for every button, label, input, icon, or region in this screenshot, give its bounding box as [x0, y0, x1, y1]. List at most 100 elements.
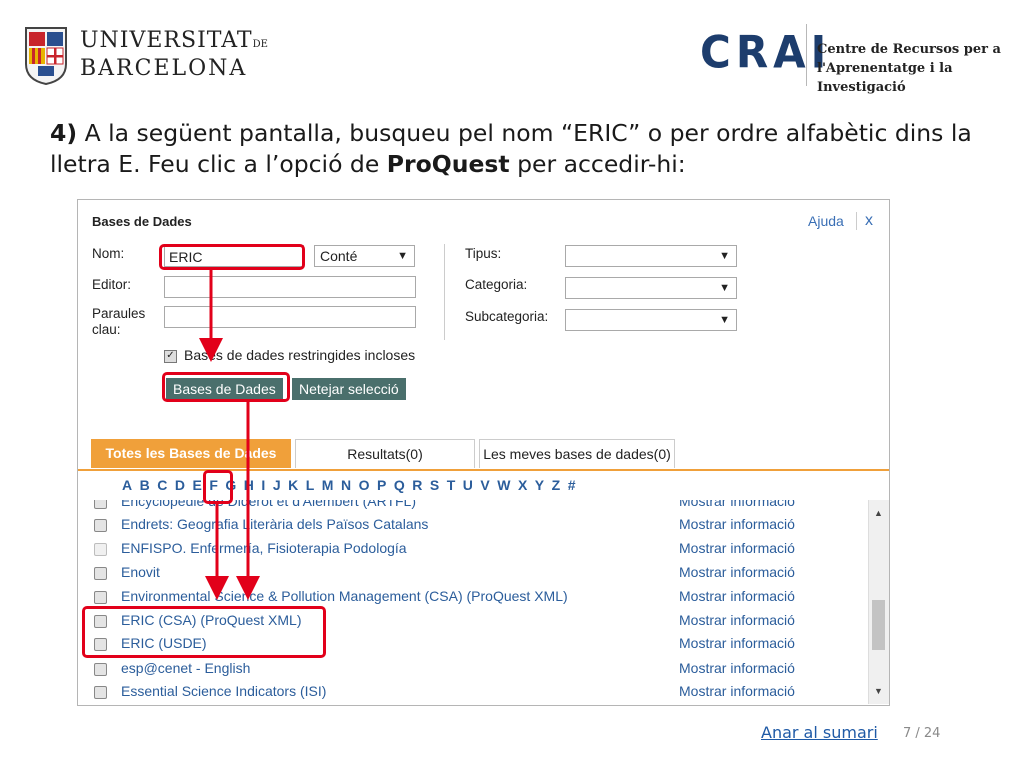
restricted-checkbox-label: Bases de dades restringides incloses — [184, 347, 416, 363]
help-link[interactable]: Ajuda — [808, 213, 844, 229]
restricted-checkbox-row[interactable]: ✓ Bases de dades restringides incloses — [164, 347, 415, 363]
close-button[interactable]: x — [856, 212, 873, 230]
row-checkbox[interactable] — [94, 663, 107, 676]
letter-link[interactable]: U — [463, 477, 473, 493]
category-select[interactable]: ▼ — [565, 277, 737, 299]
letter-link[interactable]: I — [261, 477, 265, 493]
database-list: Encyclopédie de Diderot et d'Alembert (A… — [78, 500, 868, 705]
letter-link[interactable]: X — [518, 477, 527, 493]
letter-link[interactable]: C — [157, 477, 167, 493]
letter-link[interactable]: T — [447, 477, 456, 493]
list-scrollbar[interactable]: ▲ ▼ — [868, 500, 889, 704]
show-info-link[interactable]: Mostrar informació — [679, 588, 795, 604]
crai-description-line1: Centre de Recursos per a — [817, 42, 1001, 57]
show-info-link[interactable]: Mostrar informació — [679, 660, 795, 676]
name-label: Nom: — [92, 246, 125, 261]
scroll-up-icon[interactable]: ▲ — [874, 508, 883, 518]
highlight-letter-e — [203, 470, 233, 504]
dropdown-arrow-icon: ▼ — [719, 250, 730, 262]
row-checkbox[interactable] — [94, 519, 107, 532]
instruction-text: 4) A la següent pantalla, busqueu pel no… — [50, 118, 980, 180]
row-checkbox[interactable] — [94, 686, 107, 699]
crai-description: Centre de Recursos per a l'Aprenentatge … — [817, 40, 1024, 97]
letter-link[interactable]: P — [377, 477, 386, 493]
instruction-part-b: per accedir-hi: — [509, 150, 686, 178]
editor-input[interactable] — [164, 276, 416, 298]
list-item[interactable]: Endrets: Geografia Literària dels Països… — [78, 513, 868, 537]
letter-link[interactable]: L — [306, 477, 315, 493]
show-info-link[interactable]: Mostrar informació — [679, 540, 795, 556]
show-info-link[interactable]: Mostrar informació — [679, 564, 795, 580]
dropdown-arrow-icon: ▼ — [397, 250, 408, 262]
database-name[interactable]: Endrets: Geografia Literària dels Països… — [121, 516, 428, 532]
row-checkbox[interactable] — [94, 567, 107, 580]
dropdown-arrow-icon: ▼ — [719, 282, 730, 294]
show-info-link[interactable]: Mostrar informació — [679, 612, 795, 628]
database-name[interactable]: esp@cenet - English — [121, 660, 250, 676]
show-info-link[interactable]: Mostrar informació — [679, 516, 795, 532]
letter-link[interactable]: B — [140, 477, 150, 493]
letter-link[interactable]: H — [244, 477, 254, 493]
letter-link[interactable]: N — [341, 477, 351, 493]
tab-my-databases[interactable]: Les meves bases de dades(0) — [479, 439, 675, 468]
row-checkbox[interactable] — [94, 591, 107, 604]
page-number: 7 / 24 — [903, 726, 941, 741]
letter-link[interactable]: K — [288, 477, 298, 493]
university-name-de: DE — [252, 39, 268, 50]
step-number: 4) — [50, 119, 78, 147]
letter-link[interactable]: O — [359, 477, 370, 493]
match-type-select[interactable]: Conté ▼ — [314, 245, 415, 267]
letter-link[interactable]: Q — [394, 477, 405, 493]
database-name[interactable]: Enovit — [121, 564, 160, 580]
tab-all-databases[interactable]: Totes les Bases de Dades — [91, 439, 291, 468]
show-info-link[interactable]: Mostrar informació — [679, 683, 795, 699]
scroll-thumb[interactable] — [872, 600, 885, 650]
highlight-eric-rows — [82, 606, 326, 658]
university-shield-icon — [25, 27, 67, 86]
match-type-value: Conté — [320, 248, 358, 264]
letter-link-e[interactable]: E — [193, 477, 202, 493]
scroll-down-icon[interactable]: ▼ — [874, 686, 883, 696]
database-name[interactable]: ENFISPO. Enfermería, Fisioterapia Podolo… — [121, 540, 407, 556]
subcategory-select[interactable]: ▼ — [565, 309, 737, 331]
subcategory-label: Subcategoria: — [465, 309, 549, 324]
category-label: Categoria: — [465, 277, 528, 292]
summary-link[interactable]: Anar al sumari — [761, 723, 878, 742]
type-select[interactable]: ▼ — [565, 245, 737, 267]
type-label: Tipus: — [465, 246, 502, 261]
tab-results[interactable]: Resultats(0) — [295, 439, 475, 468]
letter-link[interactable]: S — [430, 477, 439, 493]
restricted-checkbox[interactable]: ✓ — [164, 349, 177, 363]
list-item[interactable]: esp@cenet - English Mostrar informació — [78, 657, 868, 681]
letter-link[interactable]: R — [412, 477, 422, 493]
university-wordmark: UNIVERSITATDE BARCELONA — [80, 30, 268, 80]
list-item[interactable]: Essential Science Indicators (ISI) Mostra… — [78, 680, 868, 704]
database-name[interactable]: Environmental Science & Pollution Manage… — [121, 588, 568, 604]
keywords-input[interactable] — [164, 306, 416, 328]
clear-selection-button[interactable]: Netejar selecció — [292, 378, 406, 400]
letter-link[interactable]: V — [480, 477, 489, 493]
letter-link[interactable]: # — [568, 477, 576, 493]
letter-link[interactable]: Z — [552, 477, 561, 493]
row-checkbox[interactable] — [94, 543, 107, 556]
letter-link[interactable]: J — [273, 477, 281, 493]
show-info-link[interactable]: Mostrar informació — [679, 635, 795, 651]
panel-title: Bases de Dades — [92, 214, 192, 229]
list-item[interactable]: ENFISPO. Enfermería, Fisioterapia Podolo… — [78, 537, 868, 561]
row-checkbox[interactable] — [94, 500, 107, 509]
database-name[interactable]: Encyclopédie de Diderot et d'Alembert (A… — [121, 500, 416, 509]
dropdown-arrow-icon: ▼ — [719, 314, 730, 326]
letter-link[interactable]: M — [322, 477, 334, 493]
letter-link[interactable]: W — [497, 477, 510, 493]
letter-link[interactable]: Y — [535, 477, 544, 493]
show-info-link[interactable]: Mostrar informació — [679, 500, 795, 509]
instruction-emphasis: ProQuest — [386, 150, 510, 178]
list-item[interactable]: Encyclopédie de Diderot et d'Alembert (A… — [78, 500, 868, 514]
letter-link[interactable]: D — [175, 477, 185, 493]
tab-underline — [78, 469, 889, 471]
database-name[interactable]: Essential Science Indicators (ISI) — [121, 683, 326, 699]
letter-link[interactable]: A — [122, 477, 132, 493]
list-item[interactable]: Enovit Mostrar informació — [78, 561, 868, 585]
crai-logo: CRAI — [700, 26, 832, 79]
crai-description-line2: l'Aprenentatge i la Investigació — [817, 61, 953, 95]
